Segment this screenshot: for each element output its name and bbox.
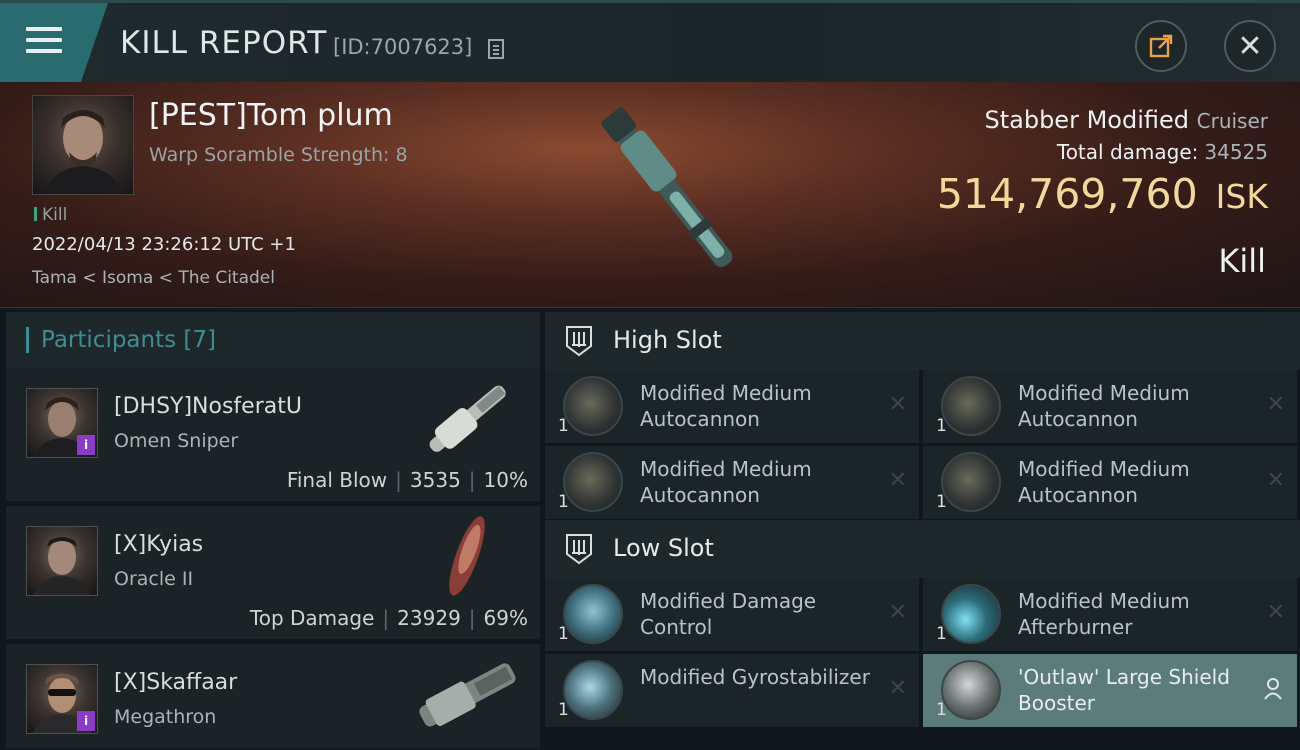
kill-datetime: 2022/04/13 23:26:12 UTC +1	[32, 234, 296, 255]
person-icon	[1264, 678, 1282, 700]
participant-stats: Top Damage | 23929 | 69%	[249, 606, 528, 630]
avatar[interactable]: i	[26, 664, 98, 734]
autocannon-icon	[563, 452, 623, 512]
hamburger-icon	[26, 27, 62, 57]
module-item[interactable]: 1 Modified Damage Control ✕	[545, 578, 919, 651]
module-name: Modified Damage Control	[640, 589, 817, 639]
destroyed-icon: ✕	[1266, 468, 1285, 493]
module-item-dropped[interactable]: 1 'Outlaw' Large Shield Booster	[923, 654, 1297, 727]
participant-name: [X]Skaffaar	[114, 670, 238, 695]
module-name: Modified Medium Autocannon	[1018, 457, 1190, 507]
isk-value: 514,769,760 ISK	[936, 170, 1268, 218]
ship-class: Cruiser	[1196, 109, 1268, 133]
report-id: [ID:7007623]	[333, 35, 473, 59]
info-badge: i	[77, 435, 95, 455]
damage-control-icon	[563, 584, 623, 644]
external-link-icon	[1149, 34, 1173, 58]
module-name: 'Outlaw' Large Shield Booster	[1018, 665, 1230, 715]
module-name: Modified Medium Autocannon	[640, 457, 812, 507]
participant-name: [DHSY]NosferatU	[114, 394, 302, 419]
participant-ship: Omen Sniper	[114, 430, 239, 452]
close-icon: ✕	[1237, 28, 1263, 64]
module-item[interactable]: 1 Modified Medium Autocannon ✕	[545, 370, 919, 443]
top-bar: KILL REPORT [ID:7007623] ✕	[0, 0, 1300, 85]
module-item[interactable]: 1 Modified Medium Afterburner ✕	[923, 578, 1297, 651]
close-button[interactable]: ✕	[1224, 20, 1276, 72]
participant-ship: Megathron	[114, 706, 217, 728]
destroyed-icon: ✕	[888, 392, 907, 417]
victim-ship-name: Stabber Modified Cruiser	[984, 106, 1268, 134]
info-badge: i	[77, 711, 95, 731]
victim-name[interactable]: [PEST]Tom plum	[149, 98, 393, 133]
menu-button[interactable]	[0, 3, 108, 85]
fittings-panel: High Slot 1 Modified Medium Autocannon ✕…	[545, 312, 1300, 750]
share-button[interactable]	[1135, 20, 1187, 72]
participant-row[interactable]: i [DHSY]NosferatU Omen Sniper Final Blow…	[6, 368, 540, 503]
victim-ship-image[interactable]	[560, 86, 780, 304]
module-item[interactable]: 1 Modified Medium Autocannon ✕	[923, 370, 1297, 443]
module-name: Modified Medium Afterburner	[1018, 589, 1190, 639]
participant-name: [X]Kyias	[114, 532, 204, 557]
autocannon-icon	[941, 376, 1001, 436]
kill-result: Kill	[1218, 242, 1266, 280]
participant-stats: Final Blow | 3535 | 10%	[286, 468, 528, 492]
module-name: Modified Medium Autocannon	[1018, 381, 1190, 431]
autocannon-icon	[941, 452, 1001, 512]
avatar[interactable]: i	[26, 388, 98, 458]
participant-ship-image	[419, 663, 516, 727]
warp-scramble-strength: Warp Soramble Strength: 8	[149, 144, 408, 166]
gyrostabilizer-icon	[563, 660, 623, 720]
autocannon-icon	[563, 376, 623, 436]
high-slot-header: High Slot	[545, 312, 1300, 370]
participants-header[interactable]: Participants [7]	[6, 312, 540, 368]
participant-ship-image	[429, 385, 506, 452]
participant-ship-image	[449, 516, 485, 596]
module-name: Modified Gyrostabilizer	[640, 665, 870, 689]
destroyed-icon: ✕	[888, 468, 907, 493]
module-name: Modified Medium Autocannon	[640, 381, 812, 431]
page-title: KILL REPORT	[120, 25, 328, 61]
participant-ship: Oracle II	[114, 568, 194, 590]
shield-booster-icon	[941, 660, 1001, 720]
low-slot-icon	[566, 534, 592, 565]
participant-row[interactable]: [X]Kyias Oracle II Top Damage | 23929 | 69%	[6, 506, 540, 641]
copy-icon[interactable]	[488, 39, 504, 59]
kill-location[interactable]: Tama < Isoma < The Citadel	[32, 268, 275, 288]
afterburner-icon	[941, 584, 1001, 644]
participants-panel: Participants [7] i [DHSY]NosferatU Omen …	[6, 312, 540, 750]
participant-row[interactable]: i [X]Skaffaar Megathron	[6, 644, 540, 750]
low-slot-header: Low Slot	[545, 520, 1300, 578]
destroyed-icon: ✕	[1266, 392, 1285, 417]
victim-avatar[interactable]	[32, 95, 134, 195]
avatar[interactable]	[26, 526, 98, 596]
victim-panel: [PEST]Tom plum Warp Soramble Strength: 8…	[0, 82, 1300, 308]
destroyed-icon: ✕	[1266, 600, 1285, 625]
module-item[interactable]: 1 Modified Medium Autocannon ✕	[545, 446, 919, 519]
module-item[interactable]: 1 Modified Medium Autocannon ✕	[923, 446, 1297, 519]
module-item[interactable]: 1 Modified Gyrostabilizer ✕	[545, 654, 919, 727]
destroyed-icon: ✕	[888, 676, 907, 701]
kill-tag: Kill	[34, 205, 67, 225]
high-slot-icon	[566, 326, 592, 357]
total-damage: Total damage: 34525	[1056, 140, 1268, 164]
destroyed-icon: ✕	[888, 600, 907, 625]
